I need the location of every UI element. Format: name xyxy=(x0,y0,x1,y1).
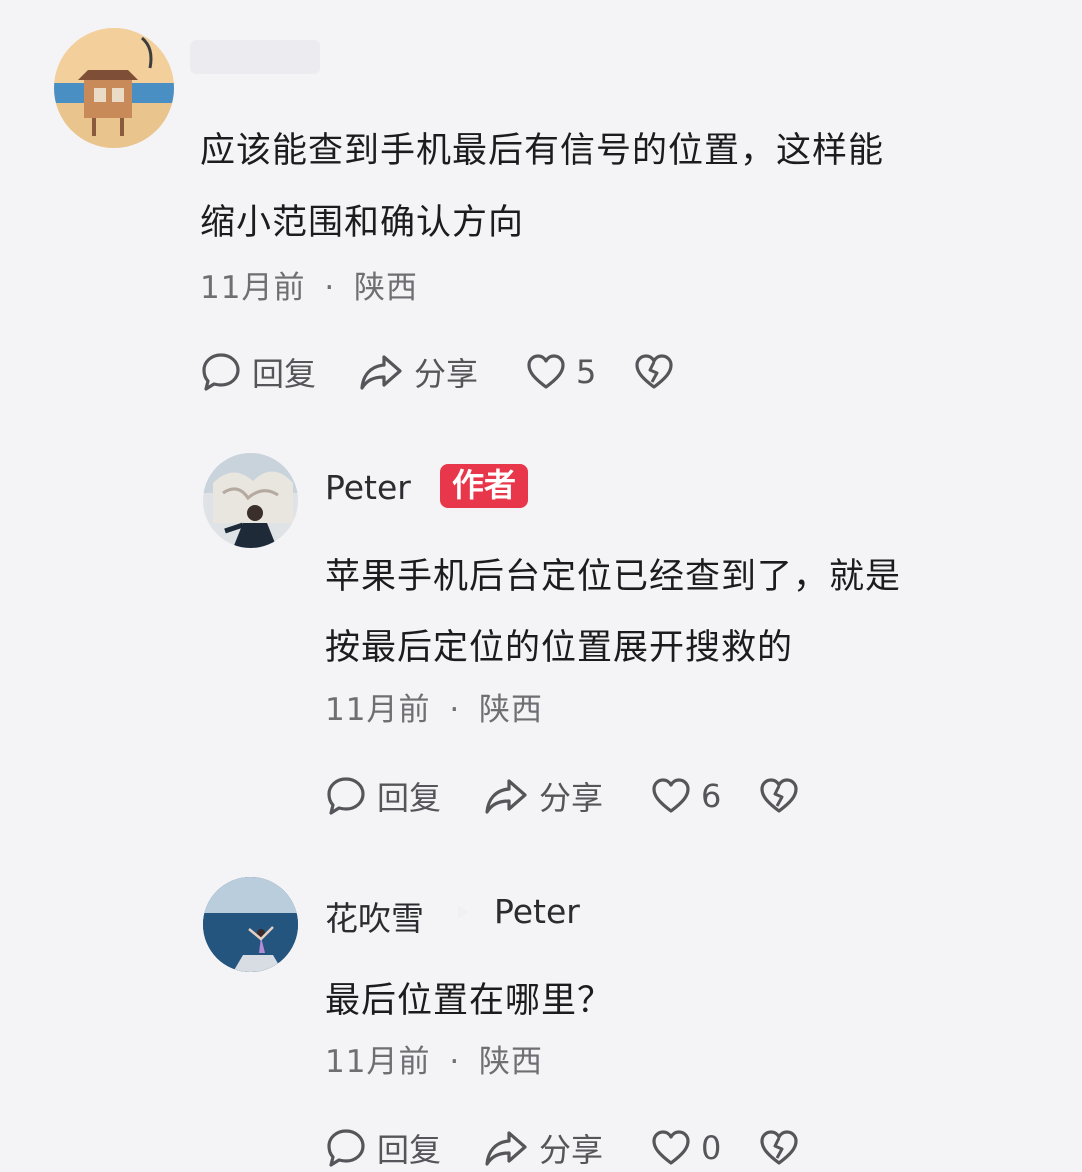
reply-triangle-icon xyxy=(458,905,468,919)
reply-button[interactable]: 回复 xyxy=(325,1126,441,1170)
author-badge: 作者 xyxy=(440,464,529,508)
broken-heart-icon xyxy=(760,778,798,813)
comment-item: Peter 作者 苹果手机后台定位已经查到了，就是 按最后定位的位置展开搜救的 … xyxy=(0,420,1082,850)
share-label: 分享 xyxy=(539,779,604,817)
meta-separator: · xyxy=(449,1044,461,1080)
comment-bubble-icon xyxy=(202,353,240,391)
reply-button[interactable]: 回复 xyxy=(325,774,441,818)
username[interactable]: Peter xyxy=(325,468,411,507)
like-count: 5 xyxy=(576,353,597,391)
like-button[interactable]: 5 xyxy=(526,350,596,394)
broken-heart-icon xyxy=(635,354,673,389)
dislike-button[interactable] xyxy=(759,1126,799,1170)
meta-separator: · xyxy=(324,270,336,306)
comment-item: 应该能查到手机最后有信号的位置，这样能 缩小范围和确认方向 11月前 · 陕西 … xyxy=(0,0,1082,420)
comment-text-line: 缩小范围和确认方向 xyxy=(200,203,525,243)
comment-location: 陕西 xyxy=(479,692,544,728)
reply-label: 回复 xyxy=(252,355,317,393)
comment-time: 11月前 xyxy=(325,1044,431,1080)
share-button[interactable]: 分享 xyxy=(483,774,603,818)
comment-text-line: 苹果手机后台定位已经查到了，就是 xyxy=(325,557,902,597)
reply-to-username[interactable]: Peter xyxy=(494,892,580,931)
heart-outline-icon xyxy=(652,778,690,813)
comment-meta: 11月前 · 陕西 xyxy=(325,684,543,729)
reply-label: 回复 xyxy=(377,1131,442,1169)
like-button[interactable]: 6 xyxy=(651,774,721,818)
comment-text-line: 应该能查到手机最后有信号的位置，这样能 xyxy=(200,131,885,171)
comment-bubble-icon xyxy=(327,777,365,815)
dislike-button[interactable] xyxy=(634,350,674,394)
action-bar: 回复 分享 6 xyxy=(325,774,1025,818)
share-arrow-icon xyxy=(485,779,527,814)
reply-label: 回复 xyxy=(377,779,442,817)
avatar[interactable] xyxy=(203,453,298,548)
username[interactable]: 花吹雪 xyxy=(325,892,424,940)
share-button[interactable]: 分享 xyxy=(483,1126,603,1170)
comment-meta: 11月前 · 陕西 xyxy=(200,262,418,307)
comment-bubble-icon xyxy=(327,1129,365,1167)
like-count: 0 xyxy=(701,1129,722,1167)
share-label: 分享 xyxy=(414,355,479,393)
action-bar: 回复 分享 0 xyxy=(325,1126,1025,1170)
comment-time: 11月前 xyxy=(325,692,431,728)
share-button[interactable]: 分享 xyxy=(358,350,478,394)
like-count: 6 xyxy=(701,777,722,815)
dislike-button[interactable] xyxy=(759,774,799,818)
avatar[interactable] xyxy=(54,28,174,148)
share-arrow-icon xyxy=(485,1131,527,1166)
comment-text-line: 最后位置在哪里？ xyxy=(325,981,614,1021)
meta-separator: · xyxy=(449,692,461,728)
heart-outline-icon xyxy=(652,1130,690,1165)
reply-button[interactable]: 回复 xyxy=(200,350,316,394)
action-bar: 回复 分享 5 xyxy=(200,350,900,394)
comment-time: 11月前 xyxy=(200,270,306,306)
broken-heart-icon xyxy=(760,1130,798,1165)
comment-location: 陕西 xyxy=(354,270,419,306)
share-label: 分享 xyxy=(539,1131,604,1169)
heart-outline-icon xyxy=(527,354,565,389)
comment-location: 陕西 xyxy=(479,1044,544,1080)
username-redacted xyxy=(190,40,320,74)
like-button[interactable]: 0 xyxy=(651,1126,721,1170)
comment-meta: 11月前 · 陕西 xyxy=(325,1036,543,1081)
comment-item: 花吹雪 Peter 最后位置在哪里？ 11月前 · 陕西 回复 分享 0 xyxy=(0,850,1082,1172)
share-arrow-icon xyxy=(360,355,402,390)
comment-text-line: 按最后定位的位置展开搜救的 xyxy=(325,628,794,668)
avatar[interactable] xyxy=(203,877,298,972)
